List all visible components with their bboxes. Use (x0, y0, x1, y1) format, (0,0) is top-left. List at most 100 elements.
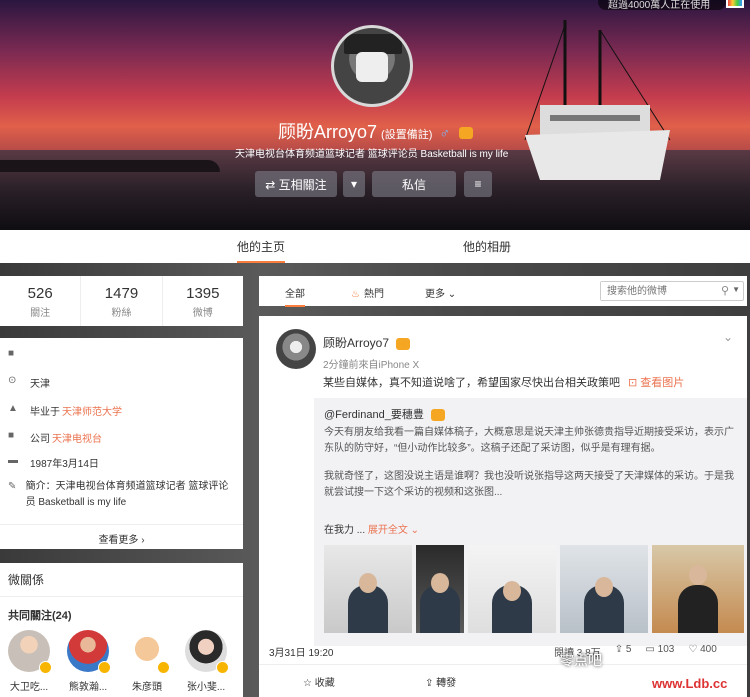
view-more-link[interactable]: 查看更多 › (0, 524, 243, 546)
stat-label: 微博 (192, 308, 213, 319)
repost-date[interactable]: 3月31日 19:20 (269, 644, 334, 659)
intro-label: 簡介： (25, 481, 56, 492)
info-education-row: ▲ 毕业于 天津师范大学 (8, 403, 122, 418)
ship-silhouette (524, 20, 671, 180)
tab-album[interactable]: 他的相册 (463, 238, 511, 255)
stat-followers[interactable]: 1479 粉絲 (81, 276, 163, 326)
person-head (595, 577, 613, 597)
repost-expand: 在我力 ... 展开全文 ⌄ (324, 521, 419, 536)
friend-name: 张小斐... (186, 682, 226, 693)
male-gender-icon: ♂ (439, 125, 450, 141)
thumbnail-image[interactable] (468, 545, 556, 633)
friend-item[interactable]: 熊敦瀚... (62, 630, 114, 693)
filter-tab-hot[interactable]: ♨ 熱門 (351, 285, 384, 300)
profile-avatar[interactable] (331, 25, 413, 107)
like-count: 400 (700, 644, 717, 655)
profile-info-card: ■ ⊙ 天津 ▲ 毕业于 天津师范大学 ■ 公司 天津电视台 ▬ 1987年3月… (0, 338, 243, 549)
comment-count-item[interactable]: ▭ 103 (645, 644, 674, 659)
post-meta[interactable]: 2分鐘前來自iPhone X (323, 356, 419, 371)
set-remark-link[interactable]: (設置備註) (381, 129, 432, 141)
stat-num: 1395 (186, 285, 220, 302)
friend-name: 大卫吃... (9, 682, 49, 693)
stat-num: 1479 (104, 285, 139, 302)
post-author-avatar[interactable] (276, 329, 316, 369)
info-work-row: ■ 公司 天津电视台 (8, 430, 102, 445)
feed-search-input[interactable] (601, 282, 711, 300)
chevron-down-icon[interactable]: ▼ (732, 285, 740, 294)
watermark-brand: 零点吧 (560, 652, 602, 668)
feed-search-box: ⚲ ▼ (600, 281, 744, 301)
company-link[interactable]: 天津电视台 (52, 430, 102, 445)
message-button[interactable]: 私信 (372, 171, 456, 197)
info-level-row: ■ (8, 348, 30, 359)
favorite-button[interactable]: ☆ 收藏 (303, 674, 335, 689)
more-menu-button[interactable]: ≡ (464, 171, 492, 197)
app-color-icon[interactable] (726, 0, 744, 8)
search-icon[interactable]: ⚲ (721, 284, 729, 297)
follow-dropdown-button[interactable]: ▾ (343, 171, 365, 197)
relations-title: 微關係 (8, 573, 45, 587)
feed-filter-bar: 全部 ♨熱門 更多 ⌄ ⚲ ▼ (259, 276, 747, 307)
stat-posts[interactable]: 1395 微博 (163, 276, 243, 326)
stat-label: 粉絲 (111, 308, 132, 319)
forward-count-item[interactable]: ⇪ 5 (615, 644, 632, 659)
intro-content: 簡介：天津电视台体育频道篮球记者 篮球评论员 Basketball is my … (26, 479, 234, 511)
thumbs-up-icon: ♡ (688, 644, 698, 655)
common-follow-title[interactable]: 共同關注(24) (8, 607, 72, 623)
profile-intro: 天津电视台体育频道篮球记者 篮球评论员 Basketball is my lif… (235, 149, 509, 160)
vip-crown-icon (396, 337, 411, 350)
verified-badge-icon (157, 661, 170, 674)
thumbnail-image[interactable] (416, 545, 464, 633)
like-count-item[interactable]: ♡ 400 (688, 644, 716, 659)
work-prefix: 公司 (30, 434, 50, 445)
briefcase-icon: ■ (8, 430, 15, 441)
info-intro-row: ✎ 簡介：天津电视台体育频道篮球记者 篮球评论员 Basketball is m… (8, 479, 234, 511)
fire-icon: ♨ (351, 289, 360, 300)
filter-hot-label: 熱門 (363, 289, 384, 300)
repost-expand-prefix: 在我力 ... (324, 525, 366, 536)
education-prefix: 毕业于 (30, 407, 60, 418)
school-link[interactable]: 天津师范大学 (62, 403, 122, 418)
cover-shore (0, 160, 220, 172)
forward-button[interactable]: ⇪ 轉發 (425, 674, 456, 689)
info-birthday-row: ▬ 1987年3月14日 (8, 455, 99, 470)
vip-crown-icon[interactable] (458, 127, 473, 140)
comment-icon: ▭ (645, 644, 655, 655)
chevron-down-icon[interactable]: ⌄ (723, 330, 733, 344)
stat-following[interactable]: 526 關注 (0, 276, 82, 326)
repost-author[interactable]: @Ferdinand_要穗豊 (324, 406, 445, 422)
thumbnail-image[interactable] (560, 545, 648, 633)
thumbnail-image[interactable] (324, 545, 412, 633)
vip-crown-icon (430, 409, 445, 422)
filter-tab-more[interactable]: 更多 ⌄ (425, 285, 456, 300)
person-figure (678, 585, 718, 633)
friend-name: 朱彦頭 (132, 682, 162, 693)
filter-tab-all[interactable]: 全部 (285, 285, 305, 307)
tab-home[interactable]: 他的主页 (237, 238, 286, 264)
friend-item[interactable]: 大卫吃... (3, 630, 55, 693)
avatar-face (356, 52, 388, 82)
profile-name: 顾盼Arroyo7 (設置備註) ♂ (278, 118, 473, 144)
person-head (503, 581, 521, 601)
bookmark-icon: ■ (8, 348, 15, 359)
cake-icon: ▬ (8, 455, 18, 466)
profile-tabbar: 他的主页 他的相册 (0, 230, 750, 264)
comment-count: 103 (657, 644, 675, 655)
verified-badge-icon (216, 661, 229, 674)
view-picture-link[interactable]: ⊡ 查看图片 (628, 377, 684, 389)
expand-full-text-link[interactable]: 展开全文 ⌄ (368, 525, 419, 536)
location-pin-icon: ⊙ (8, 375, 17, 386)
friend-item[interactable]: 朱彦頭 (121, 630, 173, 693)
friend-avatar (185, 630, 229, 674)
hamburger-icon: ≡ (474, 177, 482, 191)
thumbnail-image[interactable] (652, 545, 744, 633)
friend-avatar (8, 630, 52, 674)
mutual-follow-button[interactable]: ⇄ 互相關注 (255, 171, 337, 197)
verified-badge-icon (39, 661, 52, 674)
friend-item[interactable]: 张小斐... (180, 630, 232, 693)
intro-text: 天津电视台体育频道篮球记者 篮球评论员 Basketball is my lif… (25, 481, 229, 508)
person-head (431, 573, 449, 593)
post-author-name[interactable]: 顾盼Arroyo7 (323, 334, 411, 351)
stat-label: 關注 (30, 308, 51, 319)
post-text: 某些自媒体，真不知道说啥了，希望国家尽快出台相关政策吧 ⊡ 查看图片 (323, 374, 684, 390)
